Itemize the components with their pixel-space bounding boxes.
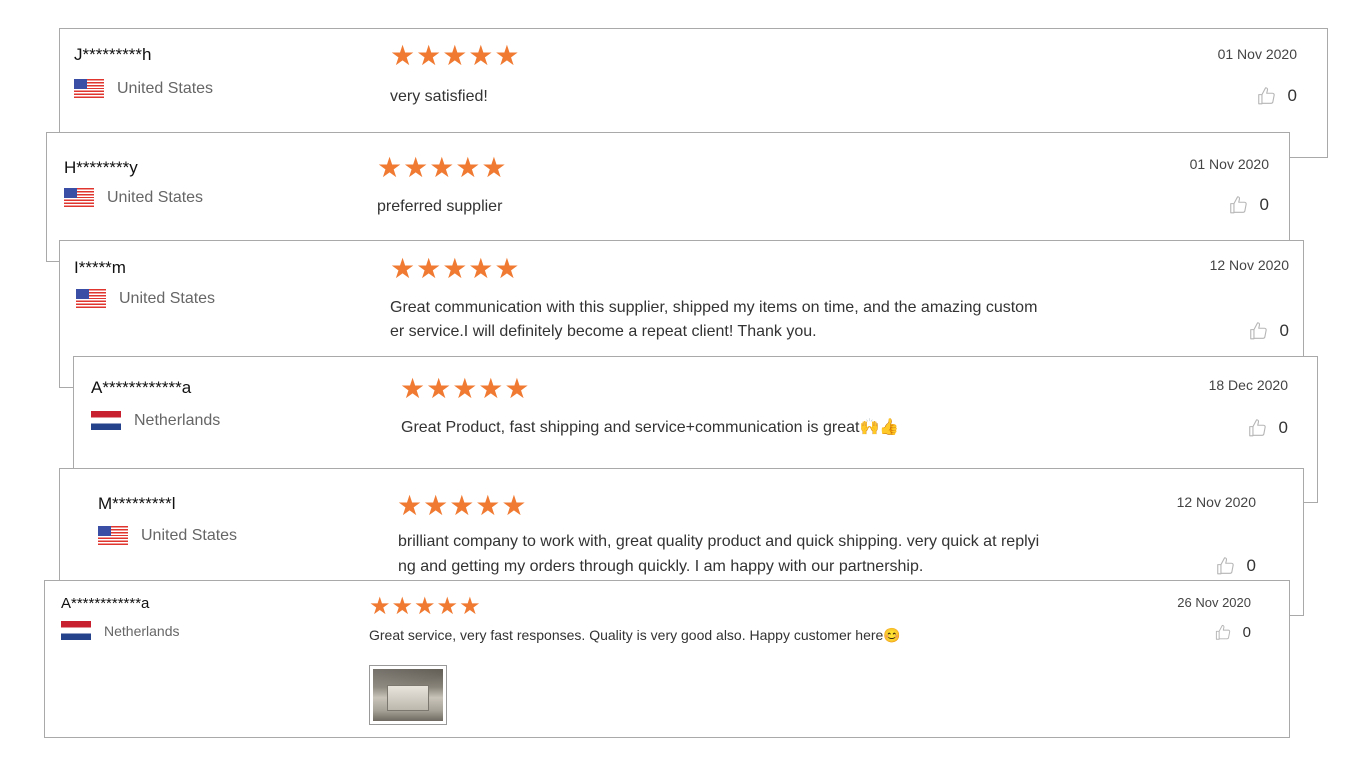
us-flag-icon bbox=[64, 188, 94, 207]
star-rating: ★★★★★ bbox=[377, 152, 508, 183]
review-date: 12 Nov 2020 bbox=[1209, 257, 1289, 273]
country-label: United States bbox=[141, 526, 238, 544]
review-date: 12 Nov 2020 bbox=[1176, 494, 1256, 510]
review-text-line: er service.I will definitely become a re… bbox=[390, 323, 817, 340]
us-flag-icon bbox=[98, 526, 128, 545]
like-button[interactable]: 0 bbox=[1247, 417, 1288, 439]
country-label: United States bbox=[117, 79, 214, 97]
reviewer-name: A************a bbox=[91, 378, 192, 397]
like-count: 0 bbox=[1259, 195, 1269, 214]
star-rating: ★★★★★ bbox=[390, 253, 521, 284]
like-count: 0 bbox=[1278, 418, 1288, 437]
like-count: 0 bbox=[1242, 624, 1251, 641]
thumbs-up-icon bbox=[1257, 87, 1275, 105]
country-label: Netherlands bbox=[104, 622, 180, 639]
reviewer-country: United States bbox=[64, 188, 203, 207]
like-button[interactable]: 0 bbox=[1248, 320, 1289, 342]
review-card: A************a Netherlands ★★★★★ Great s… bbox=[44, 580, 1290, 738]
review-date: 01 Nov 2020 bbox=[1189, 156, 1269, 172]
netherlands-flag-icon bbox=[91, 411, 121, 430]
review-date: 01 Nov 2020 bbox=[1217, 46, 1297, 62]
reviewer-name: I*****m bbox=[74, 258, 126, 277]
like-button[interactable]: 0 bbox=[1214, 623, 1251, 642]
reviewer-name: J*********h bbox=[74, 45, 152, 64]
reviewer-country: Netherlands bbox=[91, 411, 220, 430]
us-flag-icon bbox=[76, 289, 106, 308]
us-flag-icon bbox=[74, 79, 104, 98]
review-text-line: ng and getting my orders through quickly… bbox=[398, 558, 924, 575]
like-button[interactable]: 0 bbox=[1215, 555, 1256, 577]
review-text-line: Great communication with this supplier, … bbox=[390, 299, 1038, 316]
country-label: Netherlands bbox=[134, 411, 221, 429]
review-text-line: very satisfied! bbox=[390, 88, 488, 105]
like-count: 0 bbox=[1287, 86, 1297, 105]
review-photo-thumbnail[interactable] bbox=[369, 665, 447, 725]
thumbs-up-icon bbox=[1229, 196, 1247, 214]
reviewer-country: United States bbox=[74, 79, 213, 98]
country-label: United States bbox=[107, 188, 204, 206]
thumbs-up-icon bbox=[1248, 419, 1266, 437]
star-rating: ★★★★★ bbox=[397, 490, 528, 521]
thumbs-up-icon bbox=[1249, 322, 1267, 340]
star-rating: ★★★★★ bbox=[400, 373, 531, 404]
like-button[interactable]: 0 bbox=[1256, 85, 1297, 107]
country-label: United States bbox=[119, 289, 216, 307]
review-text-line: brilliant company to work with, great qu… bbox=[398, 533, 1040, 550]
reviewer-name: M*********l bbox=[98, 494, 176, 513]
review-text-line: Great Product, fast shipping and service… bbox=[401, 419, 900, 436]
like-button[interactable]: 0 bbox=[1228, 194, 1269, 216]
review-text-line: Great service, very fast responses. Qual… bbox=[369, 627, 901, 643]
star-rating: ★★★★★ bbox=[390, 40, 521, 71]
reviewer-name: A************a bbox=[61, 595, 150, 612]
review-text-line: preferred supplier bbox=[377, 198, 503, 215]
like-count: 0 bbox=[1246, 556, 1256, 575]
review-date: 18 Dec 2020 bbox=[1208, 377, 1288, 393]
reviewer-country: United States bbox=[98, 526, 237, 545]
reviewer-country: United States bbox=[76, 289, 215, 308]
netherlands-flag-icon bbox=[61, 621, 91, 640]
thumbs-up-icon bbox=[1215, 624, 1230, 640]
like-count: 0 bbox=[1279, 321, 1289, 340]
star-rating: ★★★★★ bbox=[369, 593, 482, 620]
reviewer-name: H********y bbox=[64, 158, 138, 177]
product-photo bbox=[373, 669, 443, 721]
thumbs-up-icon bbox=[1216, 557, 1234, 575]
reviewer-country: Netherlands bbox=[61, 621, 180, 640]
review-date: 26 Nov 2020 bbox=[1177, 595, 1251, 610]
